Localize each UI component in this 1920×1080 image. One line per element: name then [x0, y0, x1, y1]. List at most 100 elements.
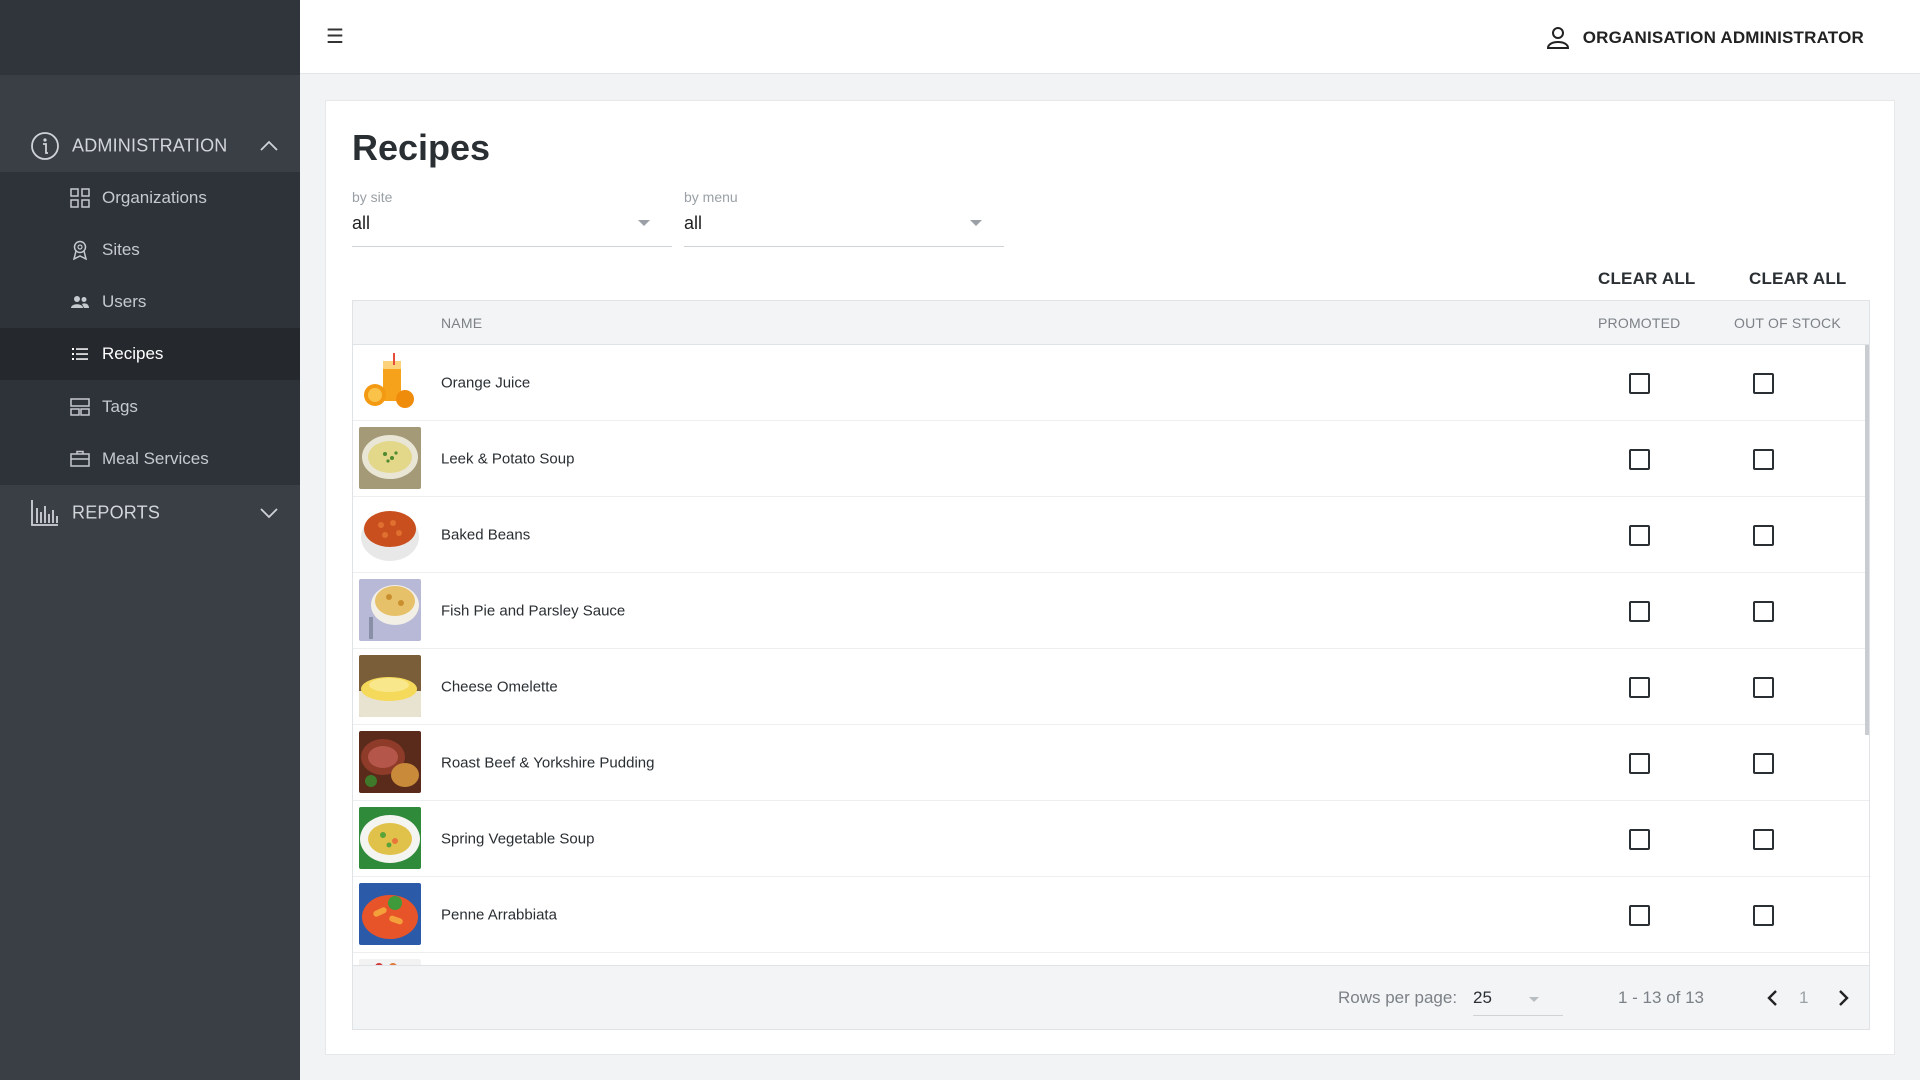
site-filter-select[interactable]: by site all: [352, 189, 672, 247]
list-icon: [72, 348, 88, 360]
table-row[interactable]: Orange Juice: [353, 345, 1869, 421]
recipe-thumbnail: [359, 579, 421, 641]
info-icon: [31, 131, 59, 160]
sidebar-item-label: Recipes: [102, 344, 164, 363]
recipe-name: Spring Vegetable Soup: [441, 830, 595, 847]
sidebar-item-label: Meal Services: [102, 449, 209, 468]
nav-group-label: REPORTS: [72, 502, 161, 522]
out-of-stock-checkbox[interactable]: [1753, 601, 1774, 622]
chevron-down-icon: [260, 507, 278, 518]
table-body: Orange Juice Leek & Potato Soup Baked Be…: [353, 345, 1869, 965]
promoted-checkbox[interactable]: [1629, 905, 1650, 926]
recipe-name: Orange Juice: [441, 374, 531, 391]
out-of-stock-checkbox[interactable]: [1753, 525, 1774, 546]
dropdown-arrow-icon: [970, 220, 982, 226]
rows-per-page-label: Rows per page:: [1338, 988, 1458, 1007]
filter-label: by menu: [684, 189, 738, 205]
sidebar-item-label: Sites: [102, 240, 140, 259]
clear-all-promoted-button[interactable]: CLEAR ALL: [1598, 269, 1696, 289]
sidebar-item-label: Tags: [102, 397, 138, 416]
recipe-thumbnail: [359, 655, 421, 717]
person-icon: [1546, 27, 1569, 49]
menu-filter-select[interactable]: by menu all: [684, 189, 1004, 247]
recipes-table: NAME PROMOTED OUT OF STOCK Orange Juice: [352, 300, 1870, 1030]
table-pagination: Rows per page: 25 1 - 13 of 13 1: [353, 965, 1869, 1029]
sidebar: ADMINISTRATION Organizations Sites Users…: [0, 0, 300, 1080]
sidebar-item-meal-services[interactable]: Meal Services: [0, 433, 300, 485]
page-number[interactable]: 1: [1799, 988, 1808, 1008]
administration-submenu: Organizations Sites Users Recipes Tags M…: [0, 172, 300, 485]
nav-group-administration[interactable]: ADMINISTRATION: [0, 118, 300, 173]
tags-icon: [70, 398, 90, 416]
table-scrollbar[interactable]: [1865, 345, 1869, 735]
recipe-thumbnail: [359, 731, 421, 793]
promoted-checkbox[interactable]: [1629, 677, 1650, 698]
out-of-stock-checkbox[interactable]: [1753, 449, 1774, 470]
hamburger-icon[interactable]: ☰: [326, 24, 348, 50]
nav-group-label: ADMINISTRATION: [72, 135, 228, 155]
promoted-checkbox[interactable]: [1629, 449, 1650, 470]
out-of-stock-checkbox[interactable]: [1753, 373, 1774, 394]
promoted-checkbox[interactable]: [1629, 525, 1650, 546]
table-row[interactable]: Roast Beef & Yorkshire Pudding: [353, 725, 1869, 801]
column-header-promoted[interactable]: PROMOTED: [1598, 315, 1681, 331]
clear-all-out-of-stock-button[interactable]: CLEAR ALL: [1749, 269, 1847, 289]
recipe-name: Fish Pie and Parsley Sauce: [441, 602, 626, 619]
promoted-checkbox[interactable]: [1629, 373, 1650, 394]
briefcase-icon: [70, 450, 90, 467]
nav-group-reports[interactable]: REPORTS: [0, 485, 300, 540]
top-app-bar: ☰ ORGANISATION ADMINISTRATOR: [300, 0, 1920, 74]
out-of-stock-checkbox[interactable]: [1753, 905, 1774, 926]
column-header-name[interactable]: NAME: [441, 315, 482, 331]
recipe-name: Leek & Potato Soup: [441, 450, 575, 467]
user-menu[interactable]: ORGANISATION ADMINISTRATOR: [1545, 24, 1864, 52]
recipe-name: Cheese Omelette: [441, 678, 558, 695]
promoted-checkbox[interactable]: [1629, 601, 1650, 622]
grid-icon: [70, 188, 90, 208]
table-row[interactable]: Cheese Omelette: [353, 649, 1869, 725]
table-row[interactable]: Fish Pie and Parsley Sauce: [353, 573, 1869, 649]
recipe-name: Penne Arrabbiata: [441, 906, 557, 923]
out-of-stock-checkbox[interactable]: [1753, 829, 1774, 850]
user-role-label: ORGANISATION ADMINISTRATOR: [1582, 28, 1864, 47]
sidebar-item-label: Organizations: [102, 188, 207, 207]
dropdown-arrow-icon: [1529, 997, 1539, 1002]
pagination-range: 1 - 13 of 13: [1618, 988, 1705, 1007]
sidebar-item-organizations[interactable]: Organizations: [0, 172, 300, 224]
recipe-name: Baked Beans: [441, 526, 531, 543]
sidebar-item-label: Users: [102, 292, 147, 311]
recipe-thumbnail: [359, 351, 421, 413]
recipe-thumbnail: [359, 883, 421, 945]
recipe-thumbnail: [359, 807, 421, 869]
promoted-checkbox[interactable]: [1629, 829, 1650, 850]
sidebar-item-sites[interactable]: Sites: [0, 224, 300, 276]
table-header: NAME PROMOTED OUT OF STOCK: [353, 301, 1869, 345]
bar-chart-icon: [31, 499, 58, 526]
column-header-out-of-stock[interactable]: OUT OF STOCK: [1734, 315, 1841, 331]
filter-value: all: [352, 213, 371, 233]
table-row[interactable]: Baked Beans: [353, 497, 1869, 573]
table-row[interactable]: Penne Arrabbiata: [353, 877, 1869, 953]
page-title: Recipes: [352, 127, 491, 168]
filter-label: by site: [352, 189, 393, 205]
chevron-up-icon: [260, 140, 278, 151]
out-of-stock-checkbox[interactable]: [1753, 753, 1774, 774]
promoted-checkbox[interactable]: [1629, 753, 1650, 774]
rows-per-page-value: 25: [1473, 988, 1492, 1007]
recipes-card: Recipes by site all by menu all CLEAR AL…: [325, 100, 1895, 1055]
sidebar-item-recipes[interactable]: Recipes: [0, 328, 300, 380]
dropdown-arrow-icon: [638, 220, 650, 226]
users-icon: [71, 296, 89, 308]
chevron-left-icon[interactable]: [1761, 986, 1785, 1010]
recipe-thumbnail: [359, 503, 421, 565]
table-row[interactable]: Spring Vegetable Soup: [353, 801, 1869, 877]
table-row[interactable]: Leek & Potato Soup: [353, 421, 1869, 497]
recipe-thumbnail: [359, 427, 421, 489]
sidebar-item-users[interactable]: Users: [0, 276, 300, 328]
table-row[interactable]: [353, 953, 1869, 965]
chevron-right-icon[interactable]: [1831, 986, 1855, 1010]
rows-per-page-select[interactable]: 25: [1473, 980, 1563, 1016]
out-of-stock-checkbox[interactable]: [1753, 677, 1774, 698]
sidebar-item-tags[interactable]: Tags: [0, 381, 300, 433]
filter-value: all: [684, 213, 703, 233]
